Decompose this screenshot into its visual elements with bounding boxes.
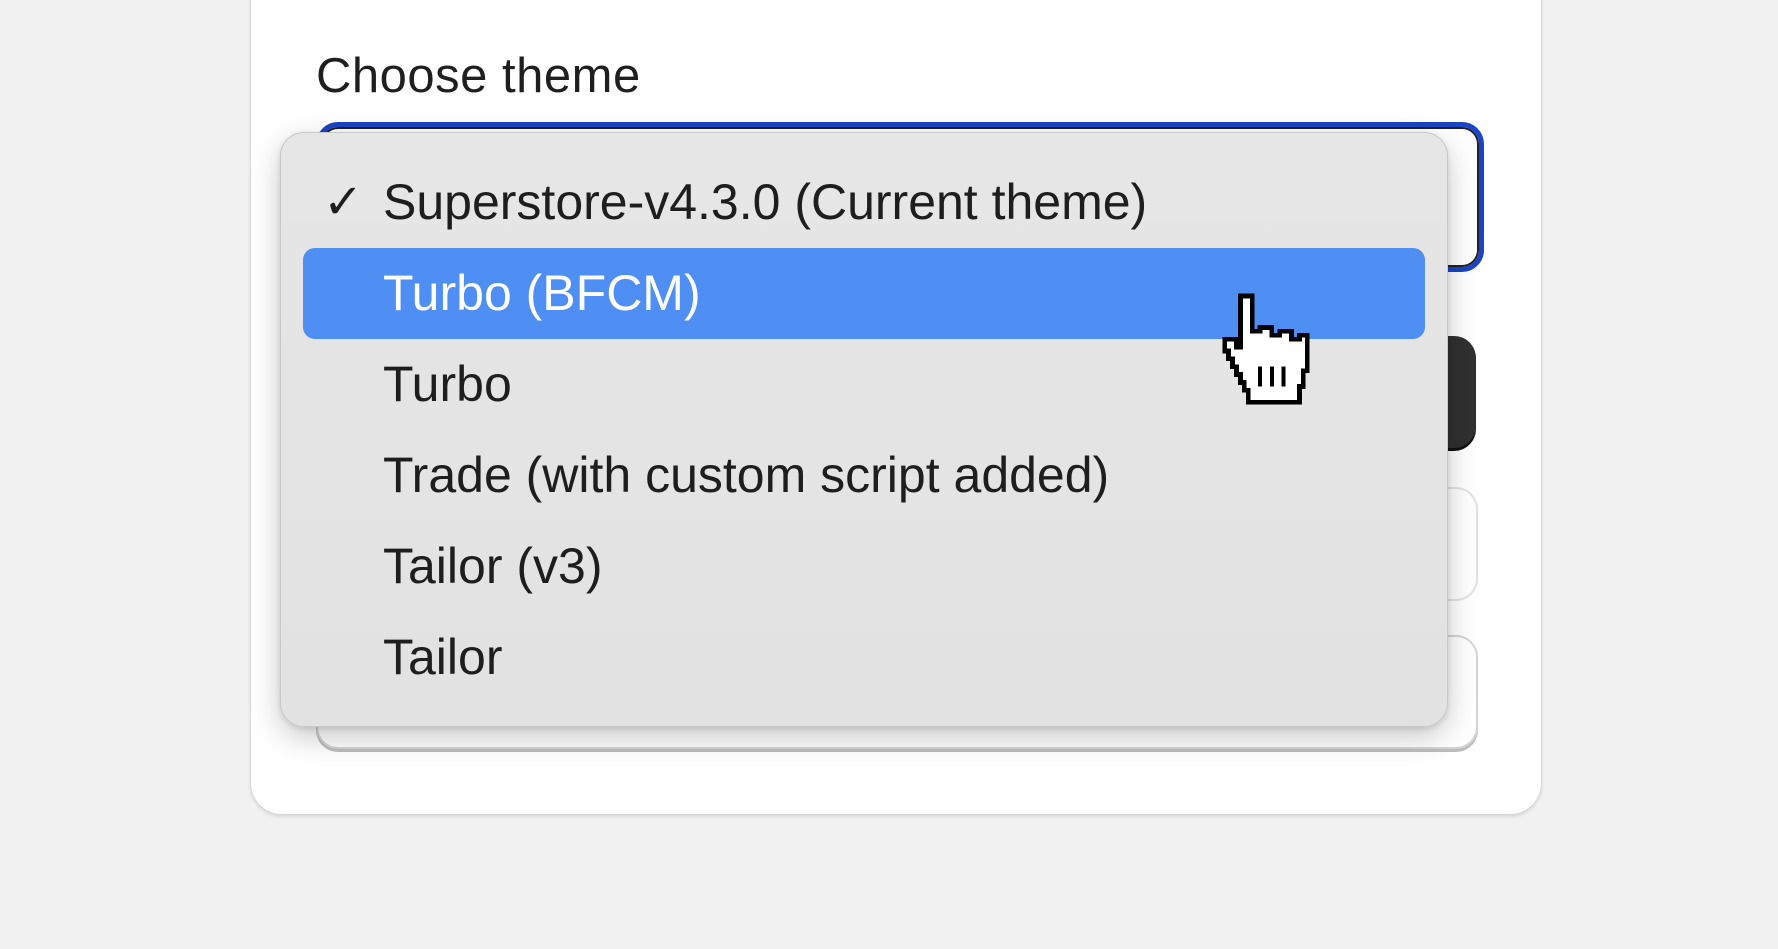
theme-dropdown-menu: ✓ Superstore-v4.3.0 (Current theme) Turb… [280, 132, 1448, 727]
choose-theme-label: Choose theme [316, 49, 641, 103]
menu-item-trade[interactable]: Trade (with custom script added) [303, 430, 1425, 521]
menu-item-tailor-v3[interactable]: Tailor (v3) [303, 521, 1425, 612]
checkmark-icon: ✓ [323, 176, 364, 229]
menu-item-label: Tailor (v3) [383, 538, 603, 594]
menu-item-superstore[interactable]: ✓ Superstore-v4.3.0 (Current theme) [303, 157, 1425, 248]
menu-item-label: Tailor [383, 629, 503, 685]
menu-item-label: Trade (with custom script added) [383, 447, 1110, 503]
menu-item-label: Turbo [383, 356, 512, 412]
pointer-hand-icon [1222, 293, 1310, 405]
menu-item-label: Superstore-v4.3.0 (Current theme) [383, 174, 1148, 230]
menu-item-label: Turbo (BFCM) [383, 265, 701, 321]
menu-item-tailor[interactable]: Tailor [303, 612, 1425, 703]
